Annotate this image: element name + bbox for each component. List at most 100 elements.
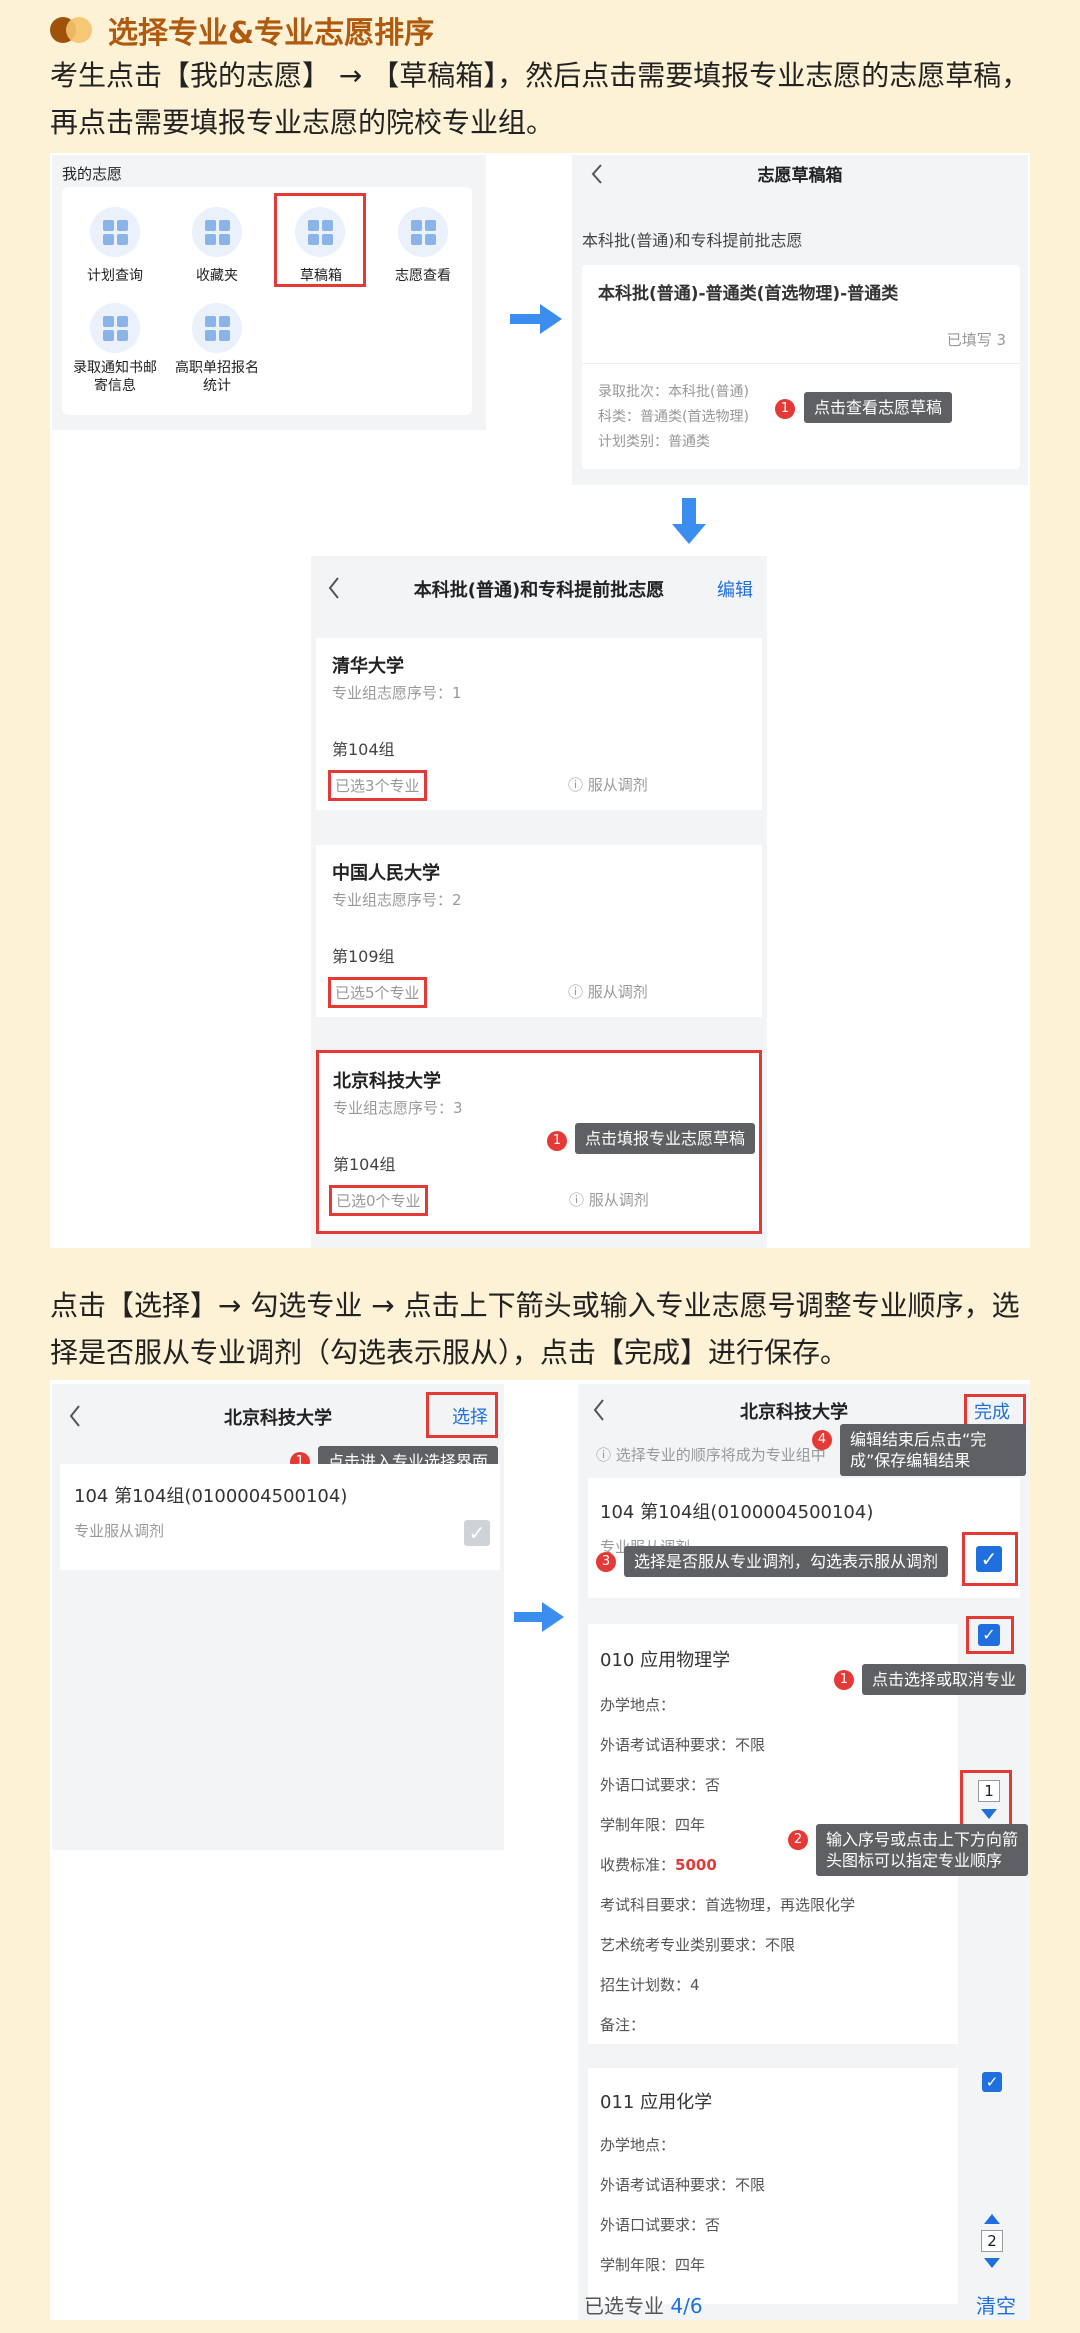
step-badge: 3 (596, 1552, 616, 1572)
menu-draft[interactable] (295, 207, 345, 257)
major-oral: 外语口试要求：否 (600, 2216, 721, 2234)
uni-card-3[interactable]: 北京科技大学 专业组志愿序号：3 第104组 已选0个专业 ⓘ 服从调剂 1 点… (316, 1050, 762, 1234)
draft-card[interactable]: 本科批(普通)-普通类(首选物理)-普通类 已填写 3 录取批次：本科批(普通)… (582, 265, 1020, 469)
major-loc: 办学地点： (600, 1696, 676, 1714)
draft-line-1: 录取批次：本科批(普通) (598, 384, 749, 400)
major-oral: 外语口试要求：否 (600, 1776, 721, 1794)
grid-icon (90, 207, 140, 257)
major-fee: 收费标准：5000 (600, 1856, 717, 1874)
arrow-right-icon (510, 304, 562, 334)
selected-summary: 已选专业 4/6 (584, 2294, 703, 2318)
major-card-2: 011 应用化学 办学地点： 外语考试语种要求：不限 外语口试要求：否 学制年限… (588, 2068, 958, 2304)
major-lang: 外语考试语种要求：不限 (600, 1736, 766, 1754)
uni-name: 清华大学 (332, 656, 404, 677)
uni-detail-panel: 北京科技大学 选择 1 点击进入专业选择界面 104 第104组(0100004… (52, 1384, 504, 1850)
uni-name: 中国人民大学 (332, 863, 440, 884)
instruction-2: 点击【选择】→ 勾选专业 → 点击上下箭头或输入专业志愿号调整专业顺序，选 择是… (50, 1289, 1020, 1369)
down-arrow-icon[interactable] (981, 1809, 997, 1819)
group-name: 104 第104组(0100004500104) (74, 1486, 348, 1507)
menu-plan[interactable] (90, 207, 140, 257)
arrow-right-icon (514, 1602, 564, 1632)
step-badge: 1 (547, 1131, 567, 1151)
grid-icon (295, 207, 345, 257)
volunteer-list-panel: 本科批(普通)和专科提前批志愿 编辑 清华大学 专业组志愿序号：1 第104组 … (311, 556, 767, 1248)
uni-group: 第104组 (332, 740, 395, 759)
up-arrow-icon[interactable] (984, 2214, 1000, 2224)
grid-icon (90, 303, 140, 353)
tooltip: 编辑结束后点击“完 成”保存编辑结果 (840, 1424, 1026, 1476)
uni-name: 北京科技大学 (333, 1071, 441, 1092)
nav-title: 本科批(普通)和专科提前批志愿 (413, 580, 665, 601)
down-arrow-icon[interactable] (984, 2258, 1000, 2268)
instruction-1: 考生点击【我的志愿】 → 【草稿箱】，然后点击需要填报专业志愿的志愿草稿， 再点… (50, 59, 1030, 139)
grid-icon (192, 303, 242, 353)
edit-button[interactable]: 编辑 (717, 576, 753, 602)
draft-line-2: 科类：普通类(首选物理) (598, 409, 749, 425)
tooltip: 点击填报专业志愿草稿 (575, 1123, 756, 1154)
order-notice: ⓘ 选择专业的顺序将成为专业组中 (596, 1446, 826, 1464)
uni-group: 第109组 (332, 947, 395, 966)
menu-fav[interactable] (192, 207, 242, 257)
major-subj: 考试科目要求：首选物理，再选限化学 (600, 1896, 856, 1914)
done-button[interactable]: 完成 (974, 1398, 1010, 1424)
draft-line-3: 计划类别：普通类 (598, 434, 710, 450)
select-button[interactable]: 选择 (452, 1403, 488, 1429)
major-loc: 办学地点： (600, 2136, 676, 2154)
arrow-down-icon (672, 498, 706, 544)
major-checkbox[interactable]: ✓ (982, 2072, 1002, 2092)
draft-box-panel: 志愿草稿箱 本科批(普通)和专科提前批志愿 本科批(普通)-普通类(首选物理)-… (572, 155, 1028, 485)
group-card: 104 第104组(0100004500104) 专业服从调剂 (588, 1478, 1020, 1598)
panel-title: 我的志愿 (62, 165, 123, 183)
grid-icon (398, 207, 448, 257)
selected-count: 已选3个专业 (328, 770, 427, 801)
section-title: 选择专业&专业志愿排序 (108, 16, 435, 51)
major-years: 学制年限：四年 (600, 1816, 706, 1834)
adjust-checkbox[interactable]: ✓ (976, 1546, 1002, 1572)
nav-title: 北京科技大学 (740, 1402, 848, 1423)
major-art: 艺术统考专业类别要求：不限 (600, 1936, 796, 1954)
group-name: 104 第104组(0100004500104) (600, 1502, 874, 1523)
menu-notice[interactable] (90, 303, 140, 353)
grid-icon (192, 207, 242, 257)
my-wishes-panel: 我的志愿 计划查询 收藏夹 草稿箱 志愿查看 录取通知书邮 寄信息 高职单招报名统… (52, 155, 486, 430)
group-card: 104 第104组(0100004500104) 专业服从调剂 ✓ (60, 1464, 500, 1570)
adjust-label: 专业服从调剂 (74, 1522, 165, 1540)
adjust-label: ⓘ 服从调剂 (568, 983, 648, 1001)
batch-label: 本科批(普通)和专科提前批志愿 (582, 231, 803, 250)
step-badge: 1 (775, 399, 795, 419)
order-input[interactable]: 2 (981, 2230, 1003, 2252)
tooltip: 输入序号或点击上下方向箭 头图标可以指定专业顺序 (816, 1824, 1029, 1876)
major-name: 010 应用物理学 (600, 1650, 731, 1671)
section-header: 选择专业&专业志愿排序 (50, 8, 434, 52)
uni-group: 第104组 (333, 1155, 396, 1174)
menu-vocational[interactable] (192, 303, 242, 353)
uni-card-2[interactable]: 中国人民大学 专业组志愿序号：2 第109组 已选5个专业 ⓘ 服从调剂 (316, 845, 762, 1017)
uni-seq: 专业组志愿序号：3 (333, 1099, 463, 1117)
selected-count: 已选0个专业 (329, 1185, 428, 1216)
menu-draft-label: 草稿箱 (300, 268, 342, 284)
bullet-icon (50, 17, 94, 43)
menu-view[interactable] (398, 207, 448, 257)
adjust-label: ⓘ 服从调剂 (569, 1191, 649, 1209)
major-years: 学制年限：四年 (600, 2256, 706, 2274)
major-select-panel: 北京科技大学 完成 ⓘ 选择专业的顺序将成为专业组中 4 编辑结束后点击“完 成”… (578, 1384, 1030, 2320)
step-badge: 1 (834, 1670, 854, 1690)
adjust-label: ⓘ 服从调剂 (568, 776, 648, 794)
filled-count: 已填写 3 (946, 331, 1006, 349)
uni-card-1[interactable]: 清华大学 专业组志愿序号：1 第104组 已选3个专业 ⓘ 服从调剂 (316, 638, 762, 810)
divider (582, 363, 1020, 364)
menu-notice-label: 录取通知书邮 寄信息 (73, 360, 157, 394)
menu-view-label: 志愿查看 (395, 268, 451, 284)
menu-vocational-label: 高职单招报名 统计 (175, 360, 259, 394)
nav-title: 志愿草稿箱 (757, 166, 843, 186)
order-input[interactable]: 1 (978, 1780, 1000, 1802)
menu-fav-label: 收藏夹 (196, 268, 238, 284)
step-badge: 4 (812, 1430, 832, 1450)
selected-count: 已选5个专业 (328, 977, 427, 1008)
tooltip: 选择是否服从专业调剂，勾选表示服从调剂 (624, 1546, 949, 1577)
adjust-checkbox[interactable]: ✓ (464, 1520, 490, 1546)
major-note: 备注： (600, 2016, 646, 2034)
major-plan: 招生计划数：4 (600, 1976, 700, 1994)
major-checkbox[interactable]: ✓ (978, 1624, 1000, 1646)
clear-button[interactable]: 清空 (976, 2290, 1016, 2319)
